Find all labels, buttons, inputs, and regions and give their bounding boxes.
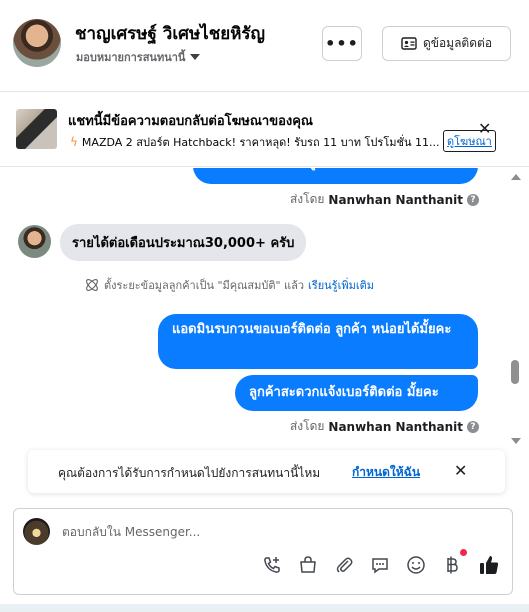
outgoing-message[interactable]: แอดมินรบกวนขอเบอร์ติดต่อ ลูกค้า หน่อยได้… <box>158 314 478 369</box>
atom-icon <box>86 279 98 291</box>
help-icon[interactable]: ? <box>467 420 479 433</box>
caret-down-icon <box>190 54 201 60</box>
sent-by-label: ส่งโดย Nanwhan Nanthanit ? <box>290 417 479 436</box>
assign-label: มอบหมายการสนทนานี้ <box>76 51 186 64</box>
outgoing-message[interactable]: ลูกค้าสะดวกแจ้งเบอร์ติดต่อ มั้ยคะ <box>235 375 478 411</box>
close-icon[interactable]: ✕ <box>454 461 467 480</box>
conversation-panel: ชาญเศรษฐ์ วิเศษไชยหิรัญ มอบหมายการสนทนาน… <box>0 0 529 604</box>
baht-payment-icon[interactable] <box>441 549 467 576</box>
conversation-header: ชาญเศรษฐ์ วิเศษไชยหิรัญ มอบหมายการสนทนาน… <box>0 0 529 92</box>
scroll-up-arrow[interactable] <box>511 174 521 180</box>
thumbs-up-icon[interactable] <box>478 554 500 576</box>
emoji-icon[interactable] <box>405 554 427 576</box>
call-add-icon[interactable] <box>261 554 283 576</box>
learn-more-link[interactable]: เรียนรู้เพิ่มเติม <box>308 276 374 294</box>
system-notice: ตั้งระยะข้อมูลลูกค้าเป็น "มีคุณสมบัติ" แ… <box>84 276 374 294</box>
lightning-icon: ϟ <box>70 135 78 149</box>
ad-banner-title: แชทนี้มีข้อความตอบกลับต่อโฆษณาของคุณ <box>68 114 313 129</box>
scrollbar-thumb[interactable] <box>511 360 519 384</box>
assign-suggestion-bar: คุณต้องการได้รับการกำหนดไปยังการสนทนานี้… <box>28 450 505 493</box>
saved-replies-icon[interactable] <box>369 554 391 576</box>
system-notice-text: ตั้งระยะข้อมูลลูกค้าเป็น "มีคุณสมบัติ" แ… <box>104 279 305 292</box>
incoming-message[interactable]: รายได้ต่อเดือนประมาณ30,000+ ครับ <box>60 224 307 261</box>
reply-composer: ตอบกลับใน Messenger... <box>13 508 513 595</box>
ad-subtitle-text: MAZDA 2 สปอร์ต Hatchback! ราคาหลุด! รับร… <box>81 136 440 149</box>
sent-by-label: ส่งโดย Nanwhan Nanthanit ? <box>290 190 479 209</box>
help-icon[interactable]: ? <box>467 193 479 206</box>
contact-avatar-small <box>18 225 51 258</box>
sender-page-avatar[interactable] <box>23 518 50 545</box>
reply-input[interactable]: ตอบกลับใน Messenger... <box>62 523 200 542</box>
sent-by-name: Nanwhan Nanthanit <box>328 192 463 207</box>
sent-by-name: Nanwhan Nanthanit <box>328 419 463 434</box>
paperclip-icon[interactable] <box>333 554 355 576</box>
more-options-button[interactable]: ••• <box>322 26 362 61</box>
assign-to-me-link[interactable]: กำหนดให้ฉัน <box>352 463 420 482</box>
outgoing-message-partial[interactable]: รายได้ต่อเดือนต้อง ลูกค้า กี่บาทต่อเดือน… <box>193 168 478 184</box>
ad-banner-subtitle: ϟ MAZDA 2 สปอร์ต Hatchback! ราคาหลุด! รั… <box>70 133 440 151</box>
view-contact-info-label: ดูข้อมูลติดต่อ <box>422 36 493 50</box>
scroll-down-arrow[interactable] <box>511 438 521 444</box>
ad-thumbnail[interactable] <box>16 109 57 149</box>
notification-dot <box>460 549 467 556</box>
composer-toolbar <box>261 549 477 576</box>
contact-card-icon <box>401 37 417 50</box>
sent-by-prefix: ส่งโดย <box>289 192 325 206</box>
assign-suggestion-text: คุณต้องการได้รับการกำหนดไปยังการสนทนานี้… <box>58 466 321 480</box>
shopping-bag-icon[interactable] <box>297 554 319 576</box>
view-contact-info-button[interactable]: ดูข้อมูลติดต่อ <box>382 26 511 61</box>
message-thread[interactable]: รายได้ต่อเดือนต้อง ลูกค้า กี่บาทต่อเดือน… <box>0 168 529 450</box>
ad-reply-banner: แชทนี้มีข้อความตอบกลับต่อโฆษณาของคุณ ϟ M… <box>0 93 529 167</box>
contact-avatar[interactable] <box>13 19 61 67</box>
sent-by-prefix: ส่งโดย <box>289 419 325 433</box>
assign-conversation-dropdown[interactable]: มอบหมายการสนทนานี้ <box>76 48 201 66</box>
close-icon[interactable]: ✕ <box>478 119 491 138</box>
contact-name[interactable]: ชาญเศรษฐ์ วิเศษไชยหิรัญ <box>75 20 265 47</box>
